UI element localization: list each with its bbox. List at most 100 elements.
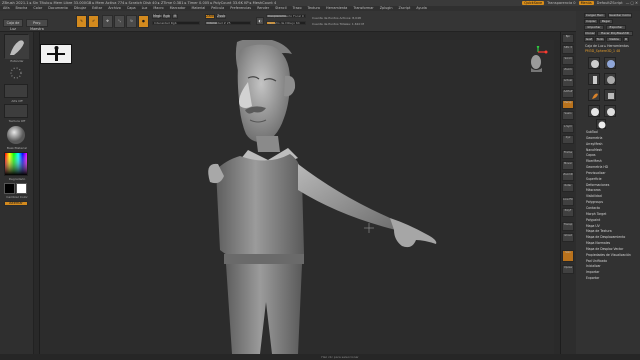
solo-button[interactable]: Solo: [562, 250, 574, 262]
zoom3d-button[interactable]: ZoomD: [562, 172, 574, 181]
mrgb-button[interactable]: ●: [138, 15, 149, 28]
make-polymesh-button[interactable]: Hacer PolyMesh3D: [597, 31, 633, 36]
stroke-dots-icon: [10, 67, 22, 79]
lightbox-button[interactable]: Caja de Luz: [3, 19, 23, 31]
left-tray: Estándar Alfa Off Textura Off BasicMater…: [0, 32, 34, 354]
cylinder-icon: [593, 76, 597, 84]
subtool-thumb[interactable]: [604, 89, 616, 101]
xyz-button[interactable]: Xyz: [562, 135, 574, 144]
zoom-button[interactable]: Zoom: [562, 67, 574, 76]
ghost-button[interactable]: Ghost: [562, 233, 574, 242]
focal-shift-slider[interactable]: Desplazamiento Focal 0: [266, 14, 306, 18]
actual-button[interactable]: Actual: [562, 78, 574, 87]
alpha-thumbnail[interactable]: [4, 84, 28, 98]
reference-thumbnail[interactable]: [40, 44, 72, 64]
brush-label: Estándar: [10, 59, 24, 63]
export-button[interactable]: Exportar: [606, 25, 626, 30]
secondary-color-swatch[interactable]: [16, 183, 27, 194]
spix-button[interactable]: SPix 3: [562, 45, 574, 54]
subpalette-item[interactable]: Exportar: [586, 276, 640, 282]
crosshair-icon: [364, 223, 374, 233]
persp-button[interactable]: Persp: [562, 100, 574, 109]
projection-master-button[interactable]: Proy. Maestra: [26, 19, 48, 31]
edit-button[interactable]: ✎: [76, 15, 87, 28]
sphere-icon: [598, 121, 606, 129]
subtool-thumb[interactable]: [604, 57, 616, 69]
gradient-label: Degradado: [8, 177, 26, 181]
paste-tool-button[interactable]: Pegar: [599, 19, 613, 24]
frame-button[interactable]: Frame: [562, 150, 574, 159]
rotate-button[interactable]: ↻: [126, 15, 137, 28]
z-intensity-slider[interactable]: Intensidad Z 25: [205, 21, 251, 25]
material-label: BasicMaterial: [6, 146, 28, 150]
aahalf-button[interactable]: AAHalf: [562, 89, 574, 98]
menus-button[interactable]: Menús: [578, 1, 594, 5]
clone-button[interactable]: Clonar: [584, 31, 596, 36]
material-thumbnail[interactable]: [4, 125, 28, 145]
subtool-thumb[interactable]: [588, 57, 600, 69]
scroll-button[interactable]: Scroll: [562, 56, 574, 65]
standard-brush-icon: [5, 35, 29, 59]
subtool-thumb[interactable]: [588, 89, 600, 101]
transp-button[interactable]: Transp: [562, 222, 574, 231]
brush-thumbnail[interactable]: [4, 34, 29, 59]
main-color-swatch[interactable]: [4, 183, 15, 194]
load-tool-button[interactable]: Cargar Herr.: [584, 13, 606, 18]
goz-r-button[interactable]: R: [623, 37, 629, 42]
goz-button[interactable]: GoZ: [584, 37, 594, 42]
tool-subpalette-list: SubTool Geometría ArrayMesh NanoMesh Cap…: [586, 130, 640, 282]
quicksave-button[interactable]: QuickSave: [522, 1, 545, 5]
stroke-thumbnail[interactable]: [4, 65, 28, 81]
rotate-icon: ↻: [130, 19, 133, 23]
draw-button[interactable]: ✐: [88, 15, 99, 28]
status-bar-left: [0, 354, 40, 360]
move-view-button[interactable]: Mover: [562, 161, 574, 170]
current-tool-label[interactable]: PM3D_Sphere3D_1 48: [585, 49, 620, 53]
import-button[interactable]: Importar: [584, 25, 604, 30]
subtool-thumb[interactable]: [604, 105, 616, 117]
floor-button[interactable]: Suelo: [562, 111, 574, 120]
goz-visible-button[interactable]: Visible: [606, 37, 622, 42]
subtool-thumb[interactable]: [588, 73, 600, 85]
bpr-button[interactable]: Bpr: [562, 34, 574, 43]
switch-color-button[interactable]: Cambiar Color: [2, 195, 32, 199]
character-model[interactable]: [40, 38, 554, 354]
subtool-thumb[interactable]: [596, 119, 606, 129]
mrgb-toggle[interactable]: Mrgb: [152, 14, 162, 19]
rotate-view-button[interactable]: Rotar: [562, 183, 574, 192]
subtool-thumb[interactable]: [588, 105, 600, 117]
rgb-intensity-slider[interactable]: Intensidad Rgb: [152, 21, 200, 25]
color-picker[interactable]: [4, 152, 28, 176]
draw-icon: ✐: [92, 19, 95, 23]
material-sphere-icon: [7, 126, 25, 144]
linefill-button[interactable]: Line Fill: [562, 197, 574, 206]
simplebrush-icon: [592, 93, 598, 99]
app-title: ZBrush 2021.1 ▸ Sin Título ▸ Mem Libre 3…: [2, 1, 277, 5]
active-points-count: Cuenta de Puntos Activos: 8,048: [312, 16, 361, 20]
total-points-count: Cuenta de Puntos Totales: 1.610 M: [312, 22, 365, 26]
sphere-icon: [607, 60, 615, 68]
lsym-button[interactable]: L.Sym: [562, 124, 574, 133]
goz-all-button[interactable]: Todo: [595, 37, 605, 42]
navigation-gizmo[interactable]: [526, 45, 550, 72]
move-button[interactable]: ✥: [102, 15, 113, 28]
viewport-top-strip: [40, 32, 554, 40]
subtool-thumb[interactable]: [604, 73, 616, 85]
xpose-button[interactable]: Xpose: [562, 265, 574, 274]
zadd-toggle[interactable]: Zadd: [205, 14, 215, 19]
sphere-icon: [591, 108, 599, 116]
save-as-button[interactable]: Guardar Como: [608, 13, 632, 18]
dynamic-button[interactable]: ◐: [256, 17, 264, 25]
polyf-button[interactable]: PolyF: [562, 208, 574, 217]
draw-size-slider[interactable]: Tamaño de Dibujo 64: [266, 21, 306, 25]
scale-button[interactable]: ⤡: [114, 15, 125, 28]
viewport-canvas[interactable]: [40, 38, 554, 354]
alternate-button[interactable]: Alternar: [4, 201, 28, 206]
m-toggle[interactable]: M: [172, 14, 178, 19]
texture-thumbnail[interactable]: [4, 104, 28, 118]
zsub-toggle[interactable]: Zsub: [216, 14, 226, 19]
reference-silhouette-icon: [47, 46, 65, 61]
copy-tool-button[interactable]: Copiar: [584, 19, 598, 24]
lightbox-tools-label[interactable]: Caja de Luz ▸ Herramientas: [585, 44, 629, 48]
rgb-toggle[interactable]: Rgb: [162, 14, 171, 19]
